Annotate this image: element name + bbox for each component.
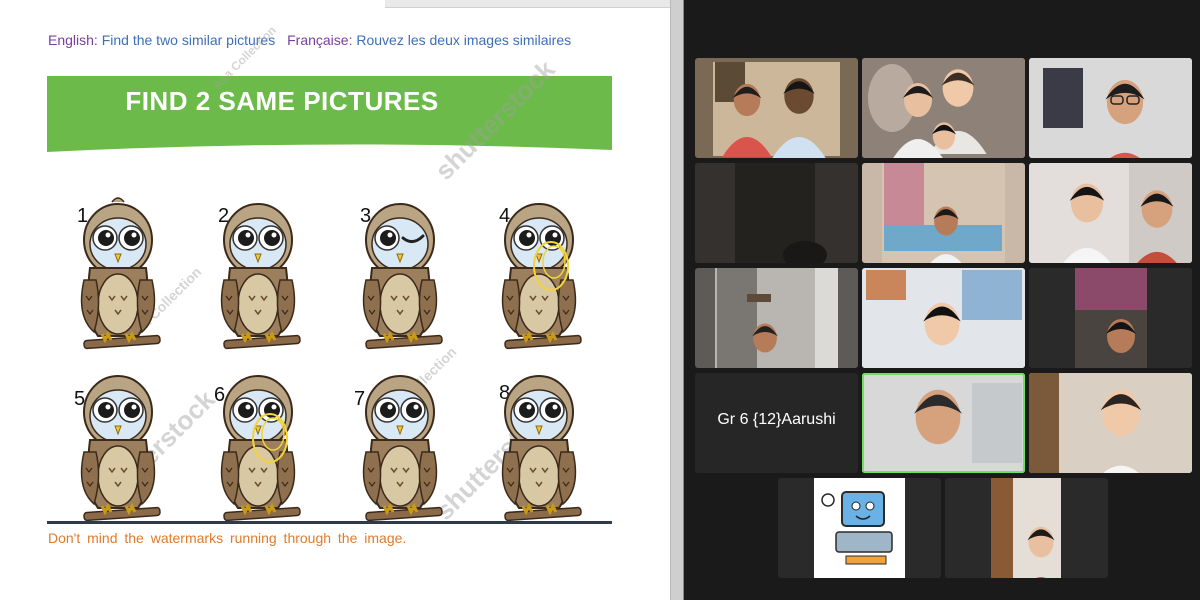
participant-video-tile[interactable] [1029, 373, 1192, 473]
participant-video-tile[interactable] [1029, 58, 1192, 158]
video-feed [1029, 268, 1192, 368]
video-feed [1029, 373, 1192, 473]
participant-video-tile[interactable] [695, 58, 858, 158]
watermark-note: Don't mind the watermarks running throug… [48, 530, 407, 546]
video-feed [945, 478, 1108, 578]
participant-avatar-tile[interactable] [778, 478, 941, 578]
video-feed [1029, 163, 1192, 263]
french-instruction: Rouvez les deux images similaires [356, 32, 572, 48]
active-speaker-tile[interactable] [862, 373, 1025, 473]
instruction-line: English: Find the two similar pictures F… [48, 32, 571, 48]
participant-video-tile[interactable] [695, 163, 858, 263]
owl-picture-7 [360, 368, 446, 531]
participant-name: Gr 6 {12}Aarushi [717, 411, 836, 428]
owl-picture-1 [78, 196, 164, 359]
video-feed [695, 163, 858, 263]
owl-picture-6 [218, 368, 304, 531]
participant-name-tile[interactable]: Gr 6 {12}Aarushi [695, 373, 858, 473]
shared-screen-slide: English: Find the two similar pictures F… [0, 0, 670, 600]
owl-picture-8 [499, 368, 585, 531]
participant-video-tile[interactable] [862, 163, 1025, 263]
banner-title: FIND 2 SAME PICTURES [125, 86, 439, 116]
participant-video-tile[interactable] [945, 478, 1108, 578]
video-feed [695, 268, 858, 368]
video-feed [862, 373, 1025, 473]
owl-picture-3 [360, 196, 446, 359]
english-instruction: Find the two similar pictures [101, 32, 276, 48]
video-feed [695, 58, 858, 158]
english-label: English: [48, 32, 98, 48]
video-feed [778, 478, 941, 578]
video-feed [862, 58, 1025, 158]
video-feed [1029, 58, 1192, 158]
participant-gallery: Gr 6 {12}Aarushi [684, 0, 1200, 600]
owl-picture-2 [218, 196, 304, 359]
french-label: Française: [287, 32, 353, 48]
participant-video-tile[interactable] [862, 58, 1025, 158]
participant-video-tile[interactable] [1029, 163, 1192, 263]
participant-video-tile[interactable] [695, 268, 858, 368]
owl-picture-5 [78, 368, 164, 531]
slide-top-strip [385, 0, 670, 8]
video-feed [862, 163, 1025, 263]
participant-video-tile[interactable] [862, 268, 1025, 368]
video-feed [862, 268, 1025, 368]
owl-picture-4 [499, 196, 585, 359]
split-view-divider[interactable] [670, 0, 684, 600]
participant-video-tile[interactable] [1029, 268, 1192, 368]
slide-baseline [47, 521, 612, 524]
